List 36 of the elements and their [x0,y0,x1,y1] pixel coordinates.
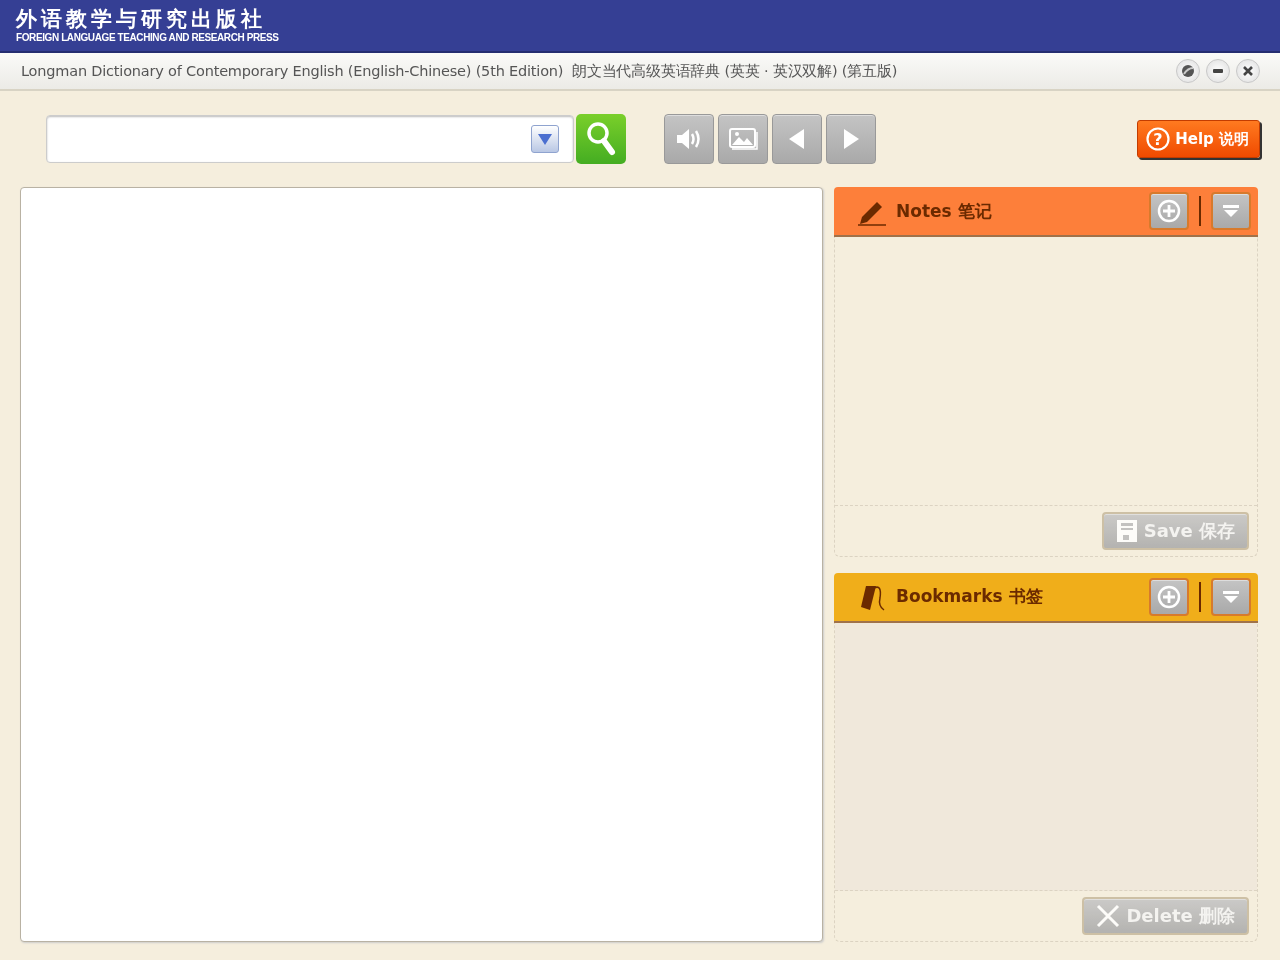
plus-circle-icon [1157,199,1181,223]
collapse-button[interactable] [1211,192,1251,230]
back-button[interactable] [772,114,822,164]
search-icon [586,121,616,157]
image-icon [728,127,758,151]
speaker-icon [675,128,703,150]
panel-title: Notes 笔记 [896,199,993,223]
close-button[interactable] [1236,59,1260,83]
help-button[interactable]: ? Help 说明 [1137,120,1260,158]
down-triangle-icon [1222,589,1240,604]
plus-circle-icon [1157,584,1181,609]
left-triangle-icon [787,128,807,150]
help-icon: ? [1146,127,1171,151]
panel-title: Bookmarks 书签 [896,585,1044,608]
dropdown-button[interactable] [531,125,559,153]
skin-button[interactable] [1176,59,1200,83]
minimize-button[interactable] [1206,59,1230,83]
collapse-button[interactable] [1211,577,1251,616]
image-button[interactable] [718,114,768,164]
close-icon [1242,65,1254,77]
logo-chinese-text: 外语教学与研究出版社 [16,6,266,32]
down-triangle-icon [1222,204,1240,218]
add-button[interactable] [1149,577,1189,616]
minimize-icon [1213,69,1223,73]
right-triangle-icon [841,128,861,150]
logo-english-text: FOREIGN LANGUAGE TEACHING AND RESEARCH PRESS [16,32,280,43]
window-title: Longman Dictionary of Contemporary English (English-Chinese) (5th Edition) 朗文当代高级英语辞典 (英英 · 英汉双解) (第五版) [21,61,899,81]
floppy-icon [1115,518,1138,543]
caret-icon [537,132,553,146]
cross-icon [1096,904,1121,928]
sound-button[interactable] [664,114,714,164]
search-button[interactable] [576,114,626,164]
add-button[interactable] [1149,192,1189,230]
globe-icon [1181,64,1195,78]
forward-button[interactable] [826,114,876,164]
search-field[interactable] [46,115,574,163]
